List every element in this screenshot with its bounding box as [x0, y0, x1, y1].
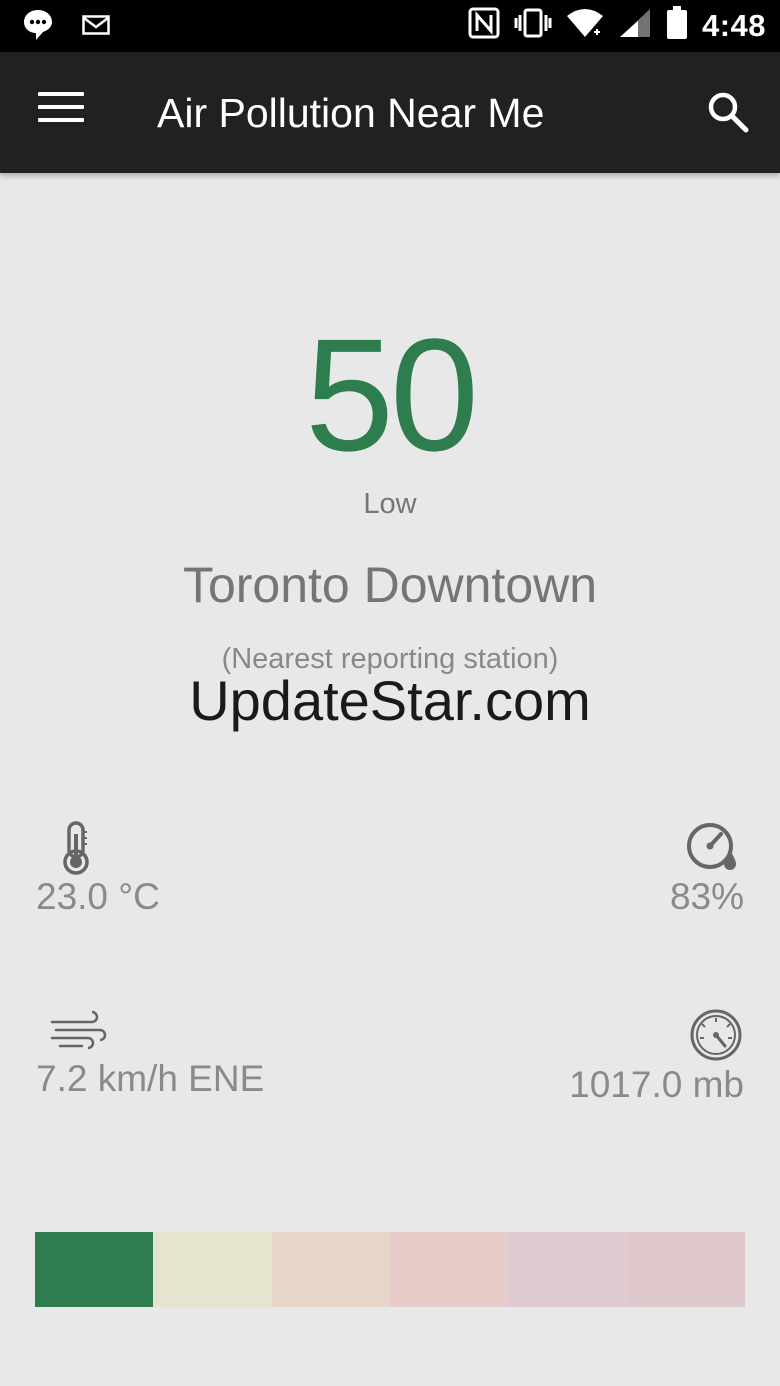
chat-bubble-icon [22, 8, 54, 47]
scale-segment-active [35, 1232, 154, 1307]
cell-signal-icon [618, 7, 652, 44]
temperature-metric: 23.0 °C [36, 820, 160, 918]
barometer-icon [569, 1008, 744, 1064]
aqi-value: 50 [305, 305, 479, 484]
scale-segment [153, 1232, 272, 1307]
search-icon[interactable] [706, 90, 750, 134]
battery-icon [666, 6, 688, 45]
scale-segment [389, 1232, 509, 1307]
scale-segment [508, 1232, 627, 1307]
pressure-value: 1017.0 mb [569, 1064, 744, 1105]
humidity-metric: 83% [670, 820, 744, 918]
watermark: UpdateStar.com [189, 669, 591, 732]
wind-value: 7.2 km/h ENE [36, 1058, 265, 1099]
humidity-gauge-icon [670, 820, 744, 876]
app-bar: Air Pollution Near Me [0, 52, 780, 173]
temperature-value: 23.0 °C [36, 876, 160, 917]
thermometer-icon [36, 820, 160, 876]
wind-icon [36, 1008, 264, 1058]
wifi-icon [566, 8, 604, 43]
aqi-level-label: Low [363, 488, 417, 520]
status-time: 4:48 [701, 7, 766, 43]
humidity-value: 83% [669, 876, 744, 917]
aqi-scale-bar [35, 1232, 745, 1307]
mail-icon [82, 15, 110, 40]
wind-metric: 7.2 km/h ENE [36, 1008, 264, 1100]
page-title: Air Pollution Near Me [157, 90, 545, 136]
scale-segment [271, 1232, 390, 1307]
nfc-icon [468, 7, 500, 44]
scale-segment [626, 1232, 745, 1307]
station-name: Toronto Downtown [182, 557, 598, 613]
hamburger-menu-icon[interactable] [38, 92, 84, 132]
status-bar: 4:48 [0, 0, 780, 52]
pressure-metric: 1017.0 mb [569, 1008, 744, 1106]
vibrate-icon [514, 7, 552, 44]
